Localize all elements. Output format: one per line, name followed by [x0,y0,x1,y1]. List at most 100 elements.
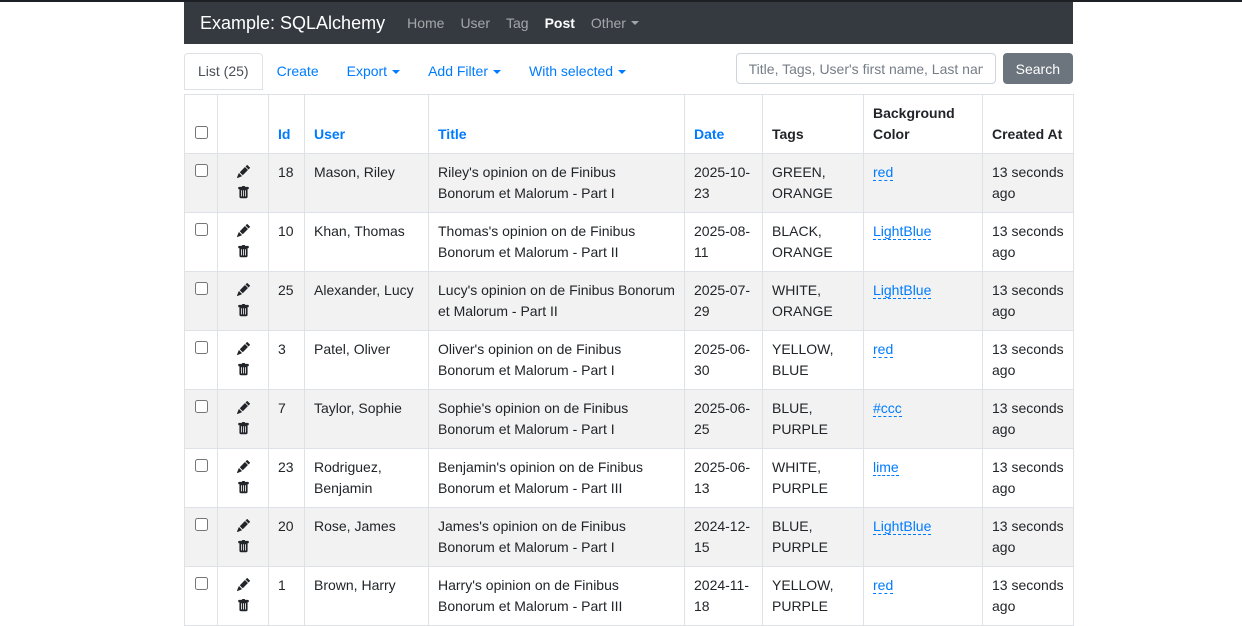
column-sort-link[interactable]: Title [438,126,467,142]
row-checkbox[interactable] [194,282,208,295]
background-color-link[interactable]: LightBlue [873,282,932,299]
column-header: Tags [762,94,864,154]
pencil-icon [236,164,250,180]
select-all-checkbox[interactable] [194,126,208,139]
cell-background-color: red [863,153,983,213]
trash-icon [237,244,250,260]
background-color-link[interactable]: LightBlue [873,518,932,535]
column-sort-link: Background Color [873,105,955,142]
nav-item-other[interactable]: Other [583,13,647,34]
row-checkbox[interactable] [194,400,208,413]
edit-button[interactable] [236,341,250,357]
table-row: 10 Khan, Thomas Thomas's opinion on de F… [184,212,1074,272]
toolbar-add-filter[interactable]: Add Filter [414,53,515,90]
table-body: 18 Mason, Riley Riley's opinion on de Fi… [184,153,1074,626]
edit-button[interactable] [236,400,250,416]
table-row: 18 Mason, Riley Riley's opinion on de Fi… [184,153,1074,213]
cell-title: James's opinion on de Finibus Bonorum et… [428,507,685,567]
actions-header-cell [217,94,269,154]
toolbar-list-25-[interactable]: List (25) [184,53,263,90]
cell-title: Sophie's opinion on de Finibus Bonorum e… [428,389,685,449]
table-row: 1 Brown, Harry Harry's opinion on de Fin… [184,566,1074,626]
column-sort-link[interactable]: Date [694,126,724,142]
background-color-link[interactable]: red [873,341,894,358]
cell-id: 23 [268,448,305,508]
cell-tags: BLACK, ORANGE [762,212,864,272]
delete-button[interactable] [237,598,250,614]
background-color-link[interactable]: red [873,164,894,181]
cell-title: Riley's opinion on de Finibus Bonorum et… [428,153,685,213]
navbar-nav: Home User Tag Post Other [399,13,647,34]
edit-button[interactable] [236,164,250,180]
pencil-icon [236,459,250,475]
caret-down-icon [618,69,627,74]
cell-select [184,566,218,626]
edit-button[interactable] [236,282,250,298]
brand-link[interactable]: Example: SQLAlchemy [200,10,385,37]
pencil-icon [236,341,250,357]
cell-id: 25 [268,271,305,331]
cell-background-color: #ccc [863,389,983,449]
edit-button[interactable] [236,223,250,239]
column-sort-link[interactable]: User [314,126,345,142]
pencil-icon [236,400,250,416]
table-row: 7 Taylor, Sophie Sophie's opinion on de … [184,389,1074,449]
cell-tags: BLUE, PURPLE [762,389,864,449]
row-checkbox[interactable] [194,459,208,472]
row-checkbox[interactable] [194,341,208,354]
toolbar-tabs: List (25) Create Export Add Filter With … [184,53,640,90]
toolbar-create[interactable]: Create [263,53,333,90]
header-row: Id User Title Date Tags Background Color… [184,94,1074,154]
nav-item-tag[interactable]: Tag [498,13,537,34]
column-sort-link[interactable]: Id [278,126,290,142]
row-checkbox[interactable] [194,223,208,236]
column-header: Created At [982,94,1074,154]
caret-down-icon [630,21,639,25]
background-color-link[interactable]: LightBlue [873,223,932,240]
select-all-cell [184,94,218,154]
cell-background-color: LightBlue [863,212,983,272]
row-checkbox[interactable] [194,164,208,177]
cell-select [184,507,218,567]
delete-button[interactable] [237,244,250,260]
search-group: Search [735,53,1073,84]
trash-icon [237,598,250,614]
delete-button[interactable] [237,303,250,319]
edit-button[interactable] [236,459,250,475]
row-checkbox[interactable] [194,577,208,590]
cell-user: Alexander, Lucy [304,271,429,331]
cell-tags: GREEN, ORANGE [762,153,864,213]
delete-button[interactable] [237,480,250,496]
nav-item-post[interactable]: Post [537,13,583,34]
delete-button[interactable] [237,421,250,437]
cell-user: Rose, James [304,507,429,567]
cell-title: Harry's opinion on de Finibus Bonorum et… [428,566,685,626]
pencil-icon [236,518,250,534]
nav-item-home[interactable]: Home [399,13,452,34]
trash-icon [237,185,250,201]
cell-id: 20 [268,507,305,567]
delete-button[interactable] [237,185,250,201]
search-input[interactable] [735,53,996,84]
cell-id: 10 [268,212,305,272]
table-row: 3 Patel, Oliver Oliver's opinion on de F… [184,330,1074,390]
nav-item-user[interactable]: User [452,13,498,34]
delete-button[interactable] [237,362,250,378]
table-row: 25 Alexander, Lucy Lucy's opinion on de … [184,271,1074,331]
cell-user: Rodriguez, Benjamin [304,448,429,508]
cell-background-color: red [863,330,983,390]
column-header: Background Color [863,94,983,154]
cell-user: Brown, Harry [304,566,429,626]
edit-button[interactable] [236,577,250,593]
background-color-link[interactable]: lime [873,459,899,476]
toolbar-export[interactable]: Export [333,53,414,90]
cell-background-color: LightBlue [863,271,983,331]
toolbar-with-selected[interactable]: With selected [515,53,640,90]
delete-button[interactable] [237,539,250,555]
background-color-link[interactable]: #ccc [873,400,902,417]
background-color-link[interactable]: red [873,577,894,594]
row-checkbox[interactable] [194,518,208,531]
cell-id: 3 [268,330,305,390]
search-button[interactable]: Search [1002,53,1073,84]
edit-button[interactable] [236,518,250,534]
